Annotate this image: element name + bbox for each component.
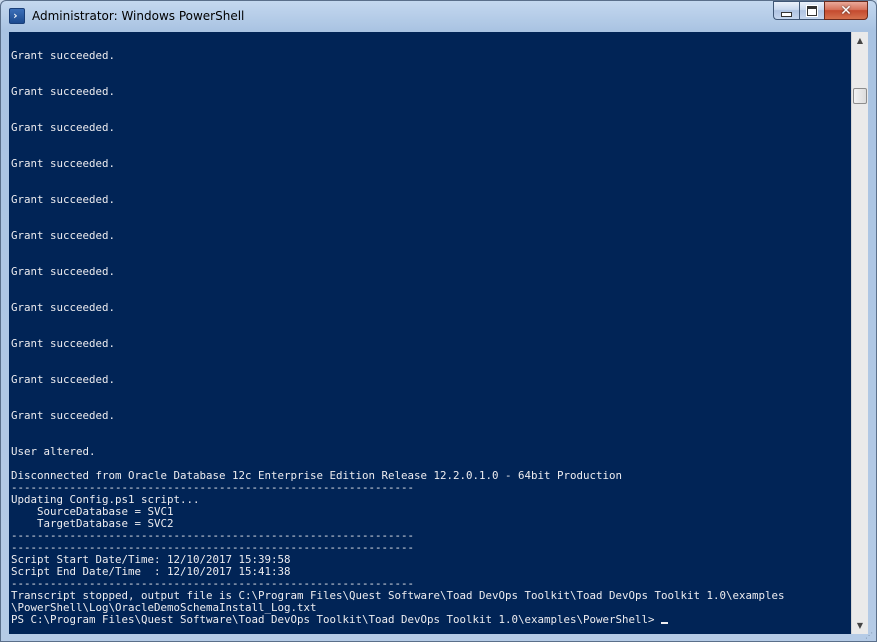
title-bar[interactable]: › Administrator: Windows PowerShell ✕ (1, 1, 876, 31)
command-prompt: PS C:\Program Files\Quest Software\Toad … (11, 613, 662, 626)
window-title: Administrator: Windows PowerShell (32, 9, 245, 23)
minimize-icon (781, 11, 792, 17)
maximize-button[interactable] (799, 1, 824, 20)
resize-grip-icon[interactable]: ⋰ (865, 632, 875, 640)
console-line: Grant succeeded. (11, 373, 116, 386)
console-output[interactable]: Grant succeeded. Grant succeeded. Grant … (9, 32, 851, 634)
arrow-up-icon: ▲ (856, 36, 864, 45)
maximize-icon (807, 5, 817, 16)
console-line: Grant succeeded. (11, 301, 116, 314)
console-line: Grant succeeded. (11, 49, 116, 62)
powershell-glyph: › (12, 9, 19, 22)
console-line: Grant succeeded. (11, 409, 116, 422)
close-button[interactable]: ✕ (824, 1, 868, 20)
text-cursor (661, 622, 669, 624)
caption-buttons: ✕ (773, 1, 868, 20)
close-icon: ✕ (840, 2, 852, 19)
console-line: Grant succeeded. (11, 85, 116, 98)
console-text: Grant succeeded. Grant succeeded. Grant … (11, 50, 785, 626)
minimize-button[interactable] (773, 1, 799, 20)
console-lines: Grant succeeded. Grant succeeded. Grant … (11, 49, 785, 614)
console-line: Grant succeeded. (11, 121, 116, 134)
console-line: Grant succeeded. (11, 337, 116, 350)
powershell-window: › Administrator: Windows PowerShell ✕ Gr… (0, 0, 877, 642)
console-line: Grant succeeded. (11, 229, 116, 242)
console-line: Grant succeeded. (11, 157, 116, 170)
arrow-down-icon: ▼ (856, 621, 864, 630)
console-line: Grant succeeded. (11, 193, 116, 206)
powershell-icon[interactable]: › (9, 8, 25, 24)
console-line: Grant succeeded. (11, 265, 116, 278)
scroll-thumb[interactable] (853, 88, 867, 104)
scroll-up-button[interactable]: ▲ (852, 32, 868, 49)
vertical-scrollbar[interactable]: ▲ ▼ (851, 32, 868, 634)
console-line: User altered. (11, 445, 96, 458)
